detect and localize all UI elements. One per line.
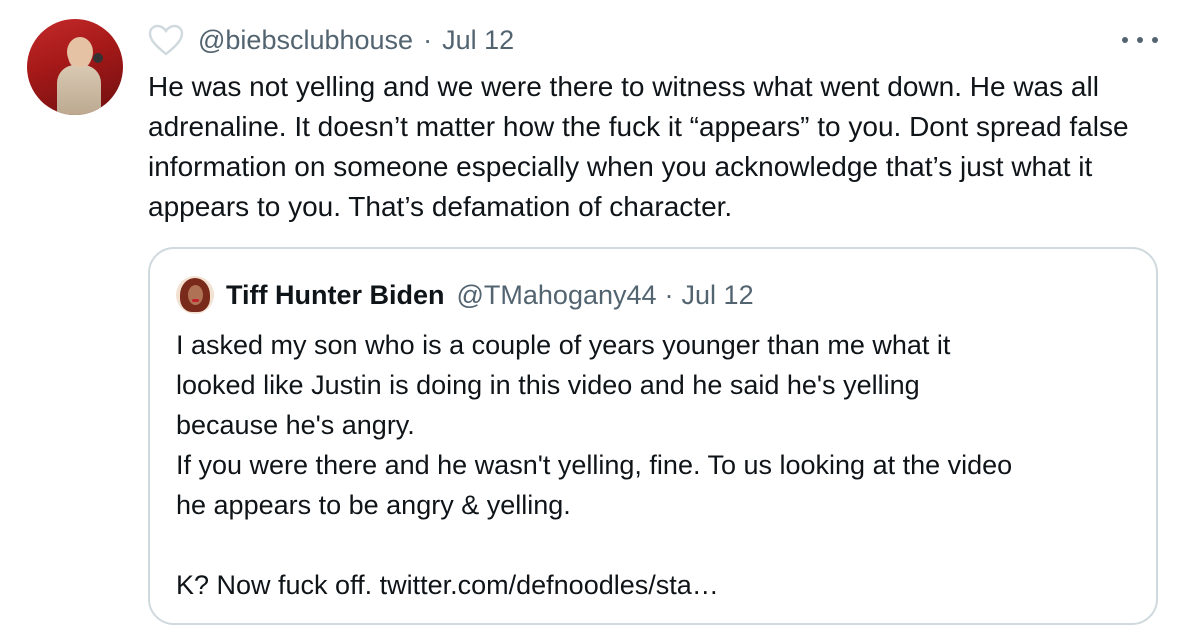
quoted-avatar[interactable]	[176, 276, 214, 314]
tweet-header: @biebsclubhouse · Jul 12	[148, 22, 514, 58]
quoted-avatar-face	[188, 285, 203, 305]
quoted-text-line: he appears to be angry & yelling.	[176, 490, 571, 520]
quoted-text-line: because he's angry.	[176, 410, 415, 440]
quoted-handle[interactable]: @TMahogany44	[457, 280, 657, 311]
quoted-text-line: If you were there and he wasn't yelling,…	[176, 450, 1013, 480]
more-dot	[1137, 37, 1143, 43]
quoted-tweet-header: Tiff Hunter Biden @TMahogany44 · Jul 12	[176, 275, 754, 315]
header-separator: ·	[423, 24, 433, 55]
more-dot	[1122, 37, 1128, 43]
quoted-display-name[interactable]: Tiff Hunter Biden	[226, 280, 445, 311]
heart-icon[interactable]	[148, 24, 184, 56]
quoted-separator: ·	[664, 279, 674, 310]
avatar[interactable]	[27, 19, 123, 115]
avatar-figure	[57, 65, 101, 115]
quoted-tweet-text: I asked my son who is a couple of years …	[176, 325, 1136, 605]
tweet-handle[interactable]: @biebsclubhouse	[198, 25, 413, 56]
tweet: @biebsclubhouse · Jul 12 He was not yell…	[0, 0, 1188, 640]
quoted-text-line: I asked my son who is a couple of years …	[176, 330, 951, 360]
quoted-tweet-card[interactable]: Tiff Hunter Biden @TMahogany44 · Jul 12 …	[148, 247, 1158, 625]
tweet-date[interactable]: Jul 12	[442, 25, 514, 56]
quoted-date[interactable]: Jul 12	[682, 280, 754, 311]
avatar-microphone	[93, 53, 103, 63]
tweet-text: He was not yelling and we were there to …	[148, 71, 1129, 222]
quoted-avatar-lips	[192, 299, 199, 302]
more-dot	[1152, 37, 1158, 43]
more-dots-icon[interactable]	[1122, 30, 1158, 50]
quoted-text-line: looked like Justin is doing in this vide…	[176, 370, 920, 400]
quoted-text-line: K? Now fuck off. twitter.com/defnoodles/…	[176, 570, 719, 600]
quoted-text-line	[176, 525, 1136, 565]
avatar-head	[67, 37, 93, 67]
